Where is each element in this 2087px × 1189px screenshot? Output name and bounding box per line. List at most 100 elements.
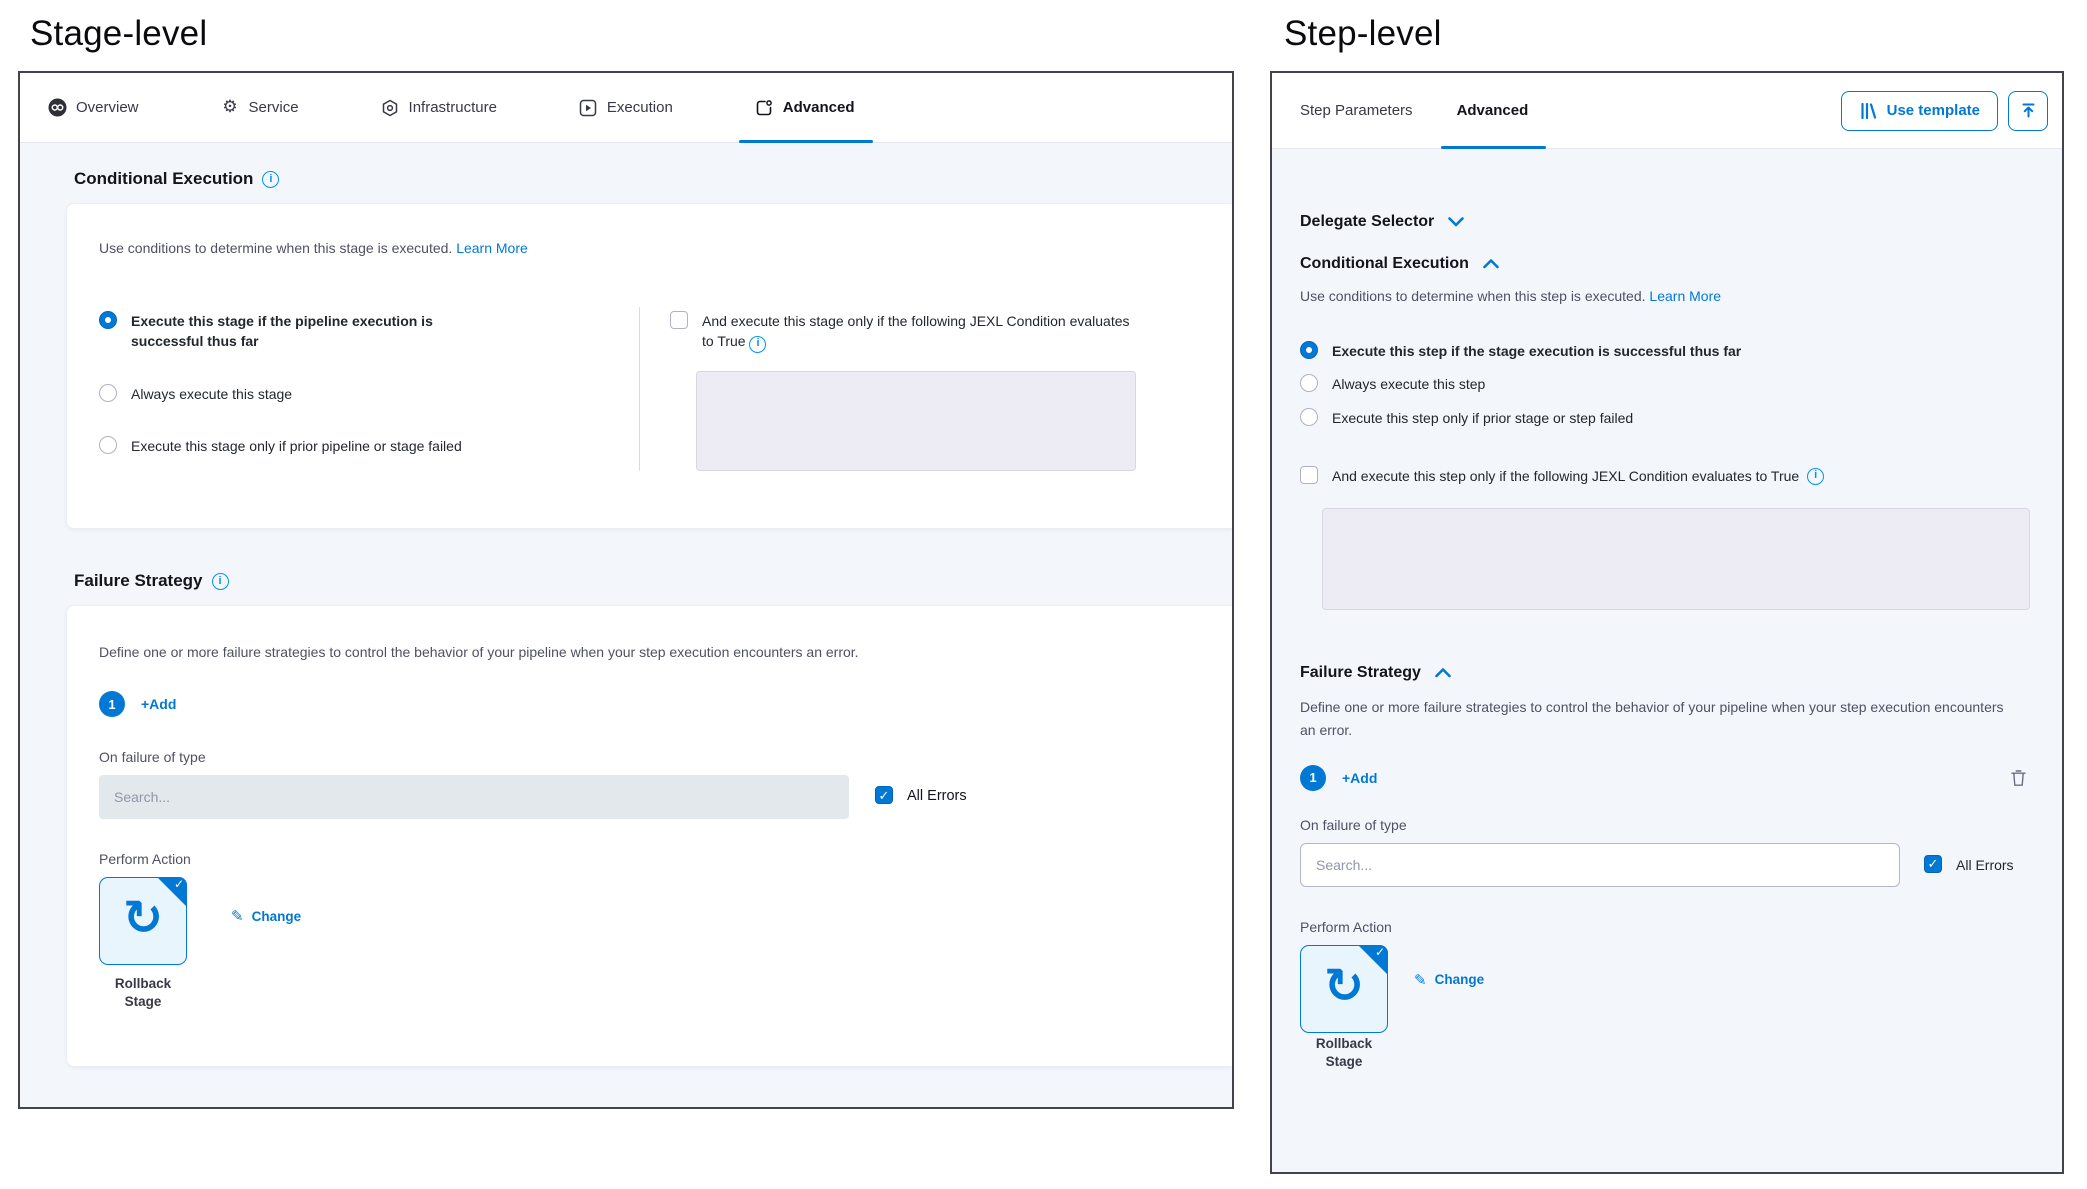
step-level-title: Step-level	[1284, 14, 1442, 54]
checkbox-icon	[670, 311, 688, 329]
all-errors-checkbox[interactable]: All Errors	[875, 786, 967, 807]
tab-label: Overview	[76, 99, 139, 116]
tab-label: Infrastructure	[409, 99, 497, 116]
step-panel-content: Delegate Selector Conditional Execution …	[1272, 213, 2062, 1071]
save-as-template-button[interactable]	[2008, 91, 2048, 131]
play-icon	[579, 98, 598, 117]
radio-icon	[1300, 341, 1318, 359]
strategy-badge[interactable]: 1	[1300, 765, 1326, 791]
checkbox-icon	[1924, 855, 1942, 873]
rollback-stage-action-card[interactable]: ↻	[1300, 945, 1388, 1033]
info-icon[interactable]	[212, 573, 229, 590]
action-name: Rollback Stage	[1300, 1035, 1388, 1071]
rollback-icon: ↻	[1324, 962, 1364, 1010]
conditional-execution-heading: Conditional Execution	[74, 169, 1216, 189]
rollback-icon: ↻	[123, 894, 163, 942]
stage-level-title: Stage-level	[30, 14, 207, 54]
checkbox-icon	[1300, 466, 1318, 484]
stage-tabbar: Overview ⚙ Service Infrastructure Execut…	[20, 73, 1232, 143]
change-action-link[interactable]: ✎ Change	[1414, 971, 1484, 989]
chevron-up-icon	[1435, 668, 1451, 678]
rollback-stage-action-card[interactable]: ↻	[99, 877, 187, 965]
add-strategy-button[interactable]: +Add	[141, 696, 176, 712]
radio-label: Execute this stage if the pipeline execu…	[131, 311, 441, 352]
tab-step-parameters[interactable]: Step Parameters	[1300, 73, 1413, 148]
radio-execute-if-stage-successful[interactable]: Execute this step if the stage execution…	[1300, 341, 2034, 361]
delegate-selector-toggle[interactable]: Delegate Selector	[1300, 213, 2034, 231]
radio-label: Execute this stage only if prior pipelin…	[131, 436, 462, 456]
radio-group: Execute this stage if the pipeline execu…	[99, 307, 639, 471]
radio-always-execute-step[interactable]: Always execute this step	[1300, 374, 2034, 394]
radio-execute-if-pipeline-successful[interactable]: Execute this stage if the pipeline execu…	[99, 311, 639, 352]
jexl-section: And execute this stage only if the follo…	[640, 307, 1212, 471]
edit-icon: ✎	[1414, 971, 1427, 989]
failure-strategy-toggle[interactable]: Failure Strategy	[1300, 664, 2034, 682]
jexl-label-text: And execute this stage only if the follo…	[702, 313, 1130, 349]
on-failure-label: On failure of type	[99, 749, 1212, 765]
on-failure-label: On failure of type	[1300, 817, 2034, 833]
delete-strategy-button[interactable]	[2011, 769, 2026, 787]
overview-icon	[48, 98, 67, 117]
conditional-description: Use conditions to determine when this st…	[99, 238, 1212, 259]
tab-service[interactable]: ⚙ Service	[221, 73, 299, 142]
action-name: Rollback Stage	[99, 975, 187, 1053]
edit-icon: ✎	[231, 907, 244, 925]
tab-advanced[interactable]: Advanced	[755, 73, 855, 142]
tab-label: Service	[249, 99, 299, 116]
description-text: Use conditions to determine when this st…	[1300, 288, 1646, 304]
tab-label: Execution	[607, 99, 673, 116]
change-action-link[interactable]: ✎ Change	[231, 907, 301, 925]
strategy-badge[interactable]: 1	[99, 691, 125, 717]
strategy-list: 1 +Add	[1300, 765, 2034, 791]
jexl-condition-input[interactable]	[1322, 508, 2030, 610]
radio-icon	[1300, 374, 1318, 392]
section-title: Conditional Execution	[74, 169, 253, 189]
perform-action-label: Perform Action	[99, 851, 1212, 867]
step-panel: Step Parameters Advanced Use template De…	[1270, 71, 2064, 1174]
gear-icon: ⚙	[221, 98, 240, 117]
tab-execution[interactable]: Execution	[579, 73, 673, 142]
learn-more-link[interactable]: Learn More	[1649, 288, 1721, 304]
info-icon[interactable]	[749, 336, 766, 353]
failure-description: Define one or more failure strategies to…	[1300, 696, 2012, 741]
jexl-condition-input[interactable]	[696, 371, 1136, 471]
perform-action-row: ↻ ✎ Change	[99, 877, 1212, 965]
info-icon[interactable]	[1807, 468, 1824, 485]
radio-label: Always execute this step	[1332, 374, 1485, 394]
advanced-icon	[755, 98, 774, 117]
failure-strategy-card: Define one or more failure strategies to…	[66, 605, 1232, 1067]
radio-group: Execute this step if the stage execution…	[1300, 341, 2034, 428]
radio-icon	[99, 384, 117, 402]
use-template-button[interactable]: Use template	[1841, 91, 1998, 131]
radio-label: Execute this step if the stage execution…	[1332, 341, 1741, 361]
tab-overview[interactable]: Overview	[48, 73, 139, 142]
change-label: Change	[1435, 972, 1485, 987]
all-errors-label: All Errors	[907, 786, 967, 807]
radio-always-execute-stage[interactable]: Always execute this stage	[99, 384, 639, 404]
conditional-options: Execute this stage if the pipeline execu…	[99, 307, 1212, 471]
tab-actions: Use template	[1841, 91, 2048, 131]
all-errors-checkbox[interactable]: All Errors	[1924, 855, 2014, 875]
conditional-execution-label: Conditional Execution	[1300, 255, 1469, 273]
upload-icon	[2020, 102, 2037, 119]
failure-type-row: All Errors	[1300, 843, 2034, 887]
jexl-label-text: And execute this step only if the follow…	[1332, 466, 1799, 486]
stage-panel-content: Conditional Execution Use conditions to …	[20, 143, 1232, 1067]
learn-more-link[interactable]: Learn More	[456, 240, 528, 256]
radio-icon	[99, 311, 117, 329]
jexl-label: And execute this step only if the follow…	[1332, 466, 1824, 486]
perform-action-label: Perform Action	[1300, 919, 2034, 935]
radio-execute-step-if-prior-failed[interactable]: Execute this step only if prior stage or…	[1300, 408, 2034, 428]
failure-type-search-input[interactable]	[99, 775, 849, 819]
checkbox-icon	[875, 786, 893, 804]
conditional-execution-card: Use conditions to determine when this st…	[66, 203, 1232, 529]
info-icon[interactable]	[262, 171, 279, 188]
conditional-execution-toggle[interactable]: Conditional Execution	[1300, 255, 2034, 273]
jexl-condition-checkbox[interactable]: And execute this stage only if the follo…	[670, 311, 1212, 353]
failure-type-search-input[interactable]	[1300, 843, 1900, 887]
add-strategy-button[interactable]: +Add	[1342, 770, 1377, 786]
jexl-condition-checkbox[interactable]: And execute this step only if the follow…	[1300, 466, 2034, 486]
tab-advanced[interactable]: Advanced	[1457, 73, 1529, 148]
tab-infrastructure[interactable]: Infrastructure	[381, 73, 497, 142]
radio-execute-if-prior-failed[interactable]: Execute this stage only if prior pipelin…	[99, 436, 639, 456]
